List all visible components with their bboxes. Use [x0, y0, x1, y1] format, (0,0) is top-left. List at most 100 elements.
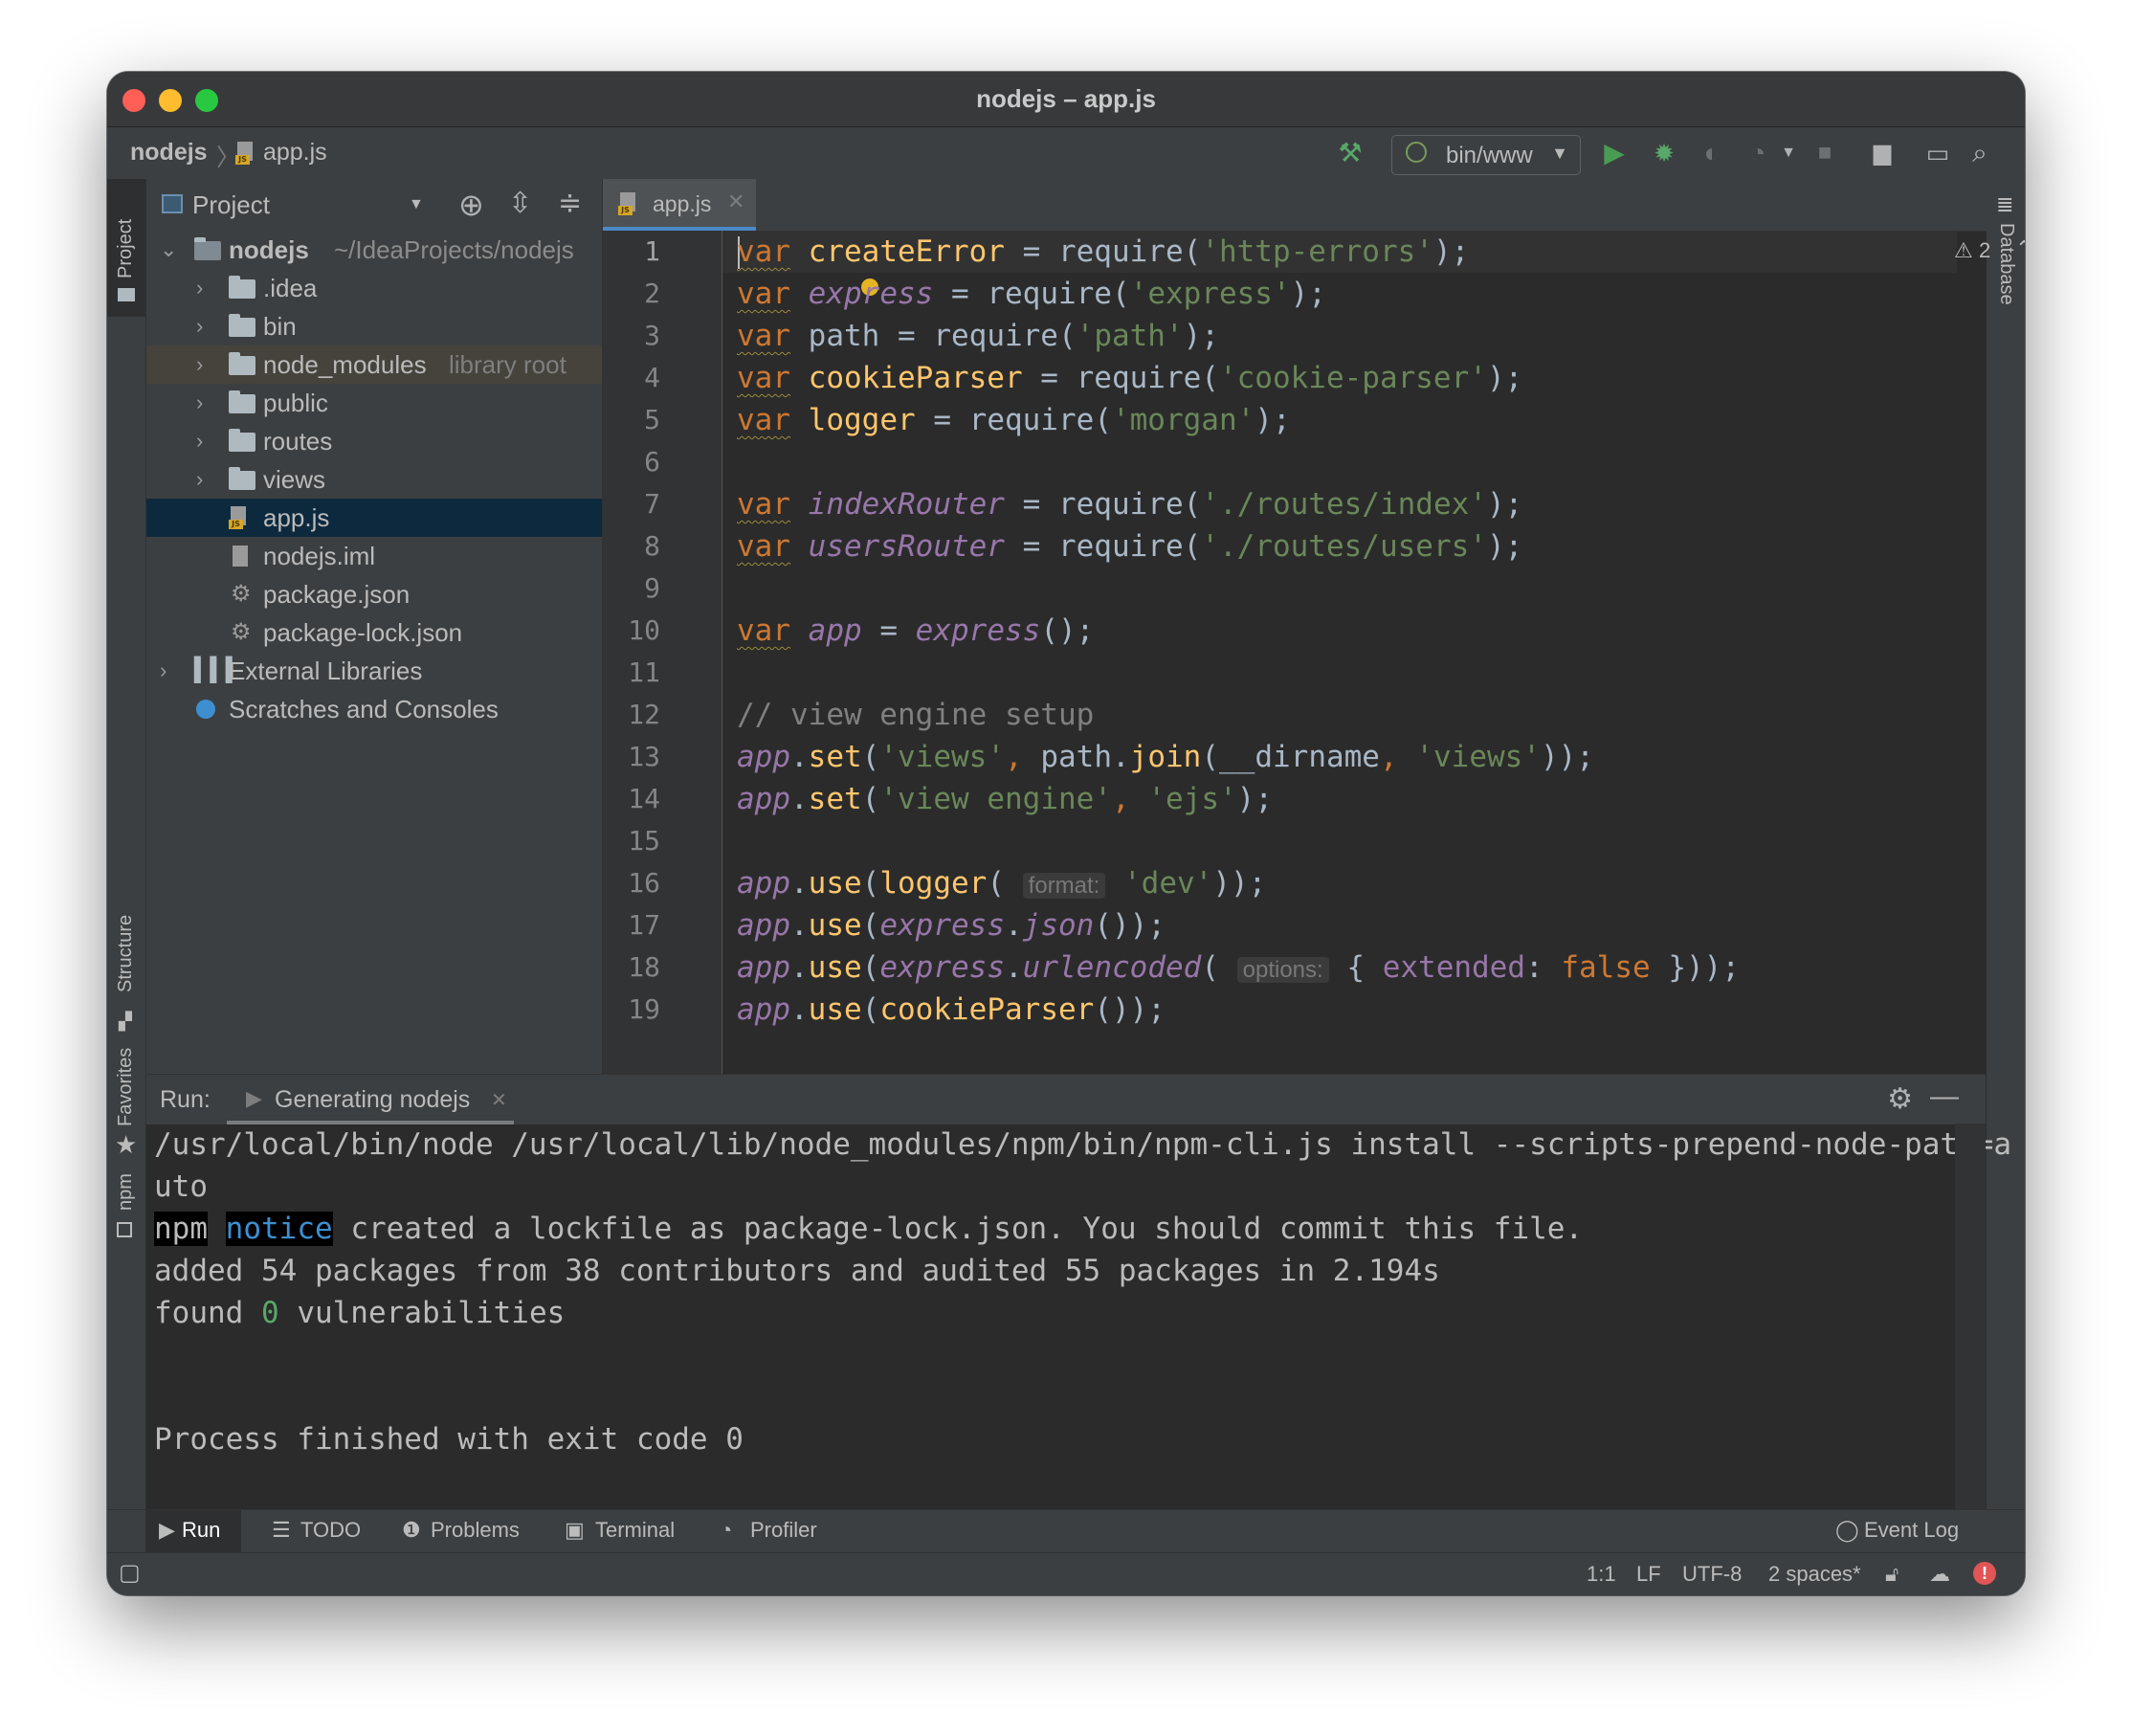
tool-window-bar: ▶ Run ☰ TODO ❶ Problems ▣ Terminal ◔ Pro…	[107, 1509, 2025, 1552]
close-tab-icon[interactable]: ✕	[491, 1088, 507, 1112]
code-line-5: var logger = require('morgan');	[737, 403, 1291, 437]
line-number: 1	[644, 235, 660, 267]
tree-item-app-js[interactable]: JS app.js	[146, 499, 602, 537]
profile-icon[interactable]: ◔	[1742, 137, 1774, 169]
tab-app-js[interactable]: JS app.js ✕	[603, 179, 756, 231]
folder-icon	[229, 352, 255, 375]
project-view-label[interactable]: Project	[192, 190, 270, 220]
search-icon[interactable]: ⌕	[1964, 137, 1996, 169]
status-bar: ▢ 1:1 LF UTF-8 2 spaces* 🔓︎ ☁ !	[107, 1552, 2025, 1595]
indent-setting[interactable]: 2 spaces*	[1768, 1562, 1861, 1587]
tree-root-path: ~/IdeaProjects/nodejs	[334, 235, 574, 264]
tree-item-external-libraries[interactable]: › ▍▍▍ External Libraries	[146, 652, 602, 690]
toggle-tool-windows-icon[interactable]: ▢	[119, 1559, 141, 1587]
library-root-note: library root	[449, 350, 566, 379]
console-scrollbar-track[interactable]	[1955, 1124, 1986, 1510]
run-header: Run: ▶ Generating nodejs ✕ ⚙ —	[146, 1074, 1986, 1124]
tree-item-scratches[interactable]: Scratches and Consoles	[146, 690, 602, 728]
tree-item-node-modules[interactable]: › node_modules library root	[146, 345, 602, 384]
chevron-right-icon: ›	[196, 276, 204, 300]
hide-run-panel-icon[interactable]: —	[1930, 1080, 1959, 1113]
favorites-tool-tab-label: Favorites	[115, 1047, 136, 1126]
tree-item-routes[interactable]: › routes	[146, 422, 602, 460]
module-folder-icon	[194, 237, 221, 260]
line-number: 7	[644, 488, 660, 520]
file-encoding[interactable]: UTF-8	[1682, 1562, 1742, 1587]
tree-item-label: package.json	[263, 580, 411, 609]
line-number: 3	[644, 320, 660, 351]
run-tool-button[interactable]: ▶ Run	[145, 1510, 241, 1552]
console-line: added 54 packages from 38 contributors a…	[154, 1254, 1440, 1288]
close-tab-icon[interactable]: ✕	[727, 189, 744, 214]
problems-tool-button[interactable]: ❶ Problems	[402, 1510, 526, 1552]
tree-item-package-lock-json[interactable]: ⚙ package-lock.json	[146, 613, 602, 652]
iml-file-icon	[233, 545, 248, 567]
previous-highlight-chevron-up-icon[interactable]: ⌃	[2015, 236, 2025, 261]
folder-icon	[229, 314, 255, 337]
tree-item-views[interactable]: › views	[146, 460, 602, 499]
npm-tool-tab-label: npm	[115, 1173, 136, 1211]
unlock-icon[interactable]: 🔓︎	[1885, 1562, 1899, 1587]
breadcrumb-file[interactable]: JS app.js	[235, 139, 327, 167]
code-line-4: var cookieParser = require('cookie-parse…	[737, 361, 1523, 395]
favorites-tool-tab[interactable]: Favorites ★	[107, 1031, 145, 1165]
line-number: 4	[644, 362, 660, 393]
stop-icon[interactable]: ■	[1809, 137, 1841, 169]
chevron-right-icon: ›	[196, 314, 204, 338]
ide-window: nodejs – app.js nodejs 〉 JS app.js ⚒ bin…	[107, 72, 2025, 1595]
profiler-tool-button[interactable]: ◔ Profiler	[720, 1510, 844, 1552]
console-line: /usr/local/bin/node /usr/local/lib/node_…	[154, 1127, 2012, 1162]
run-config-select[interactable]: bin/www ▼	[1391, 135, 1581, 175]
tree-item-label: app.js	[263, 503, 330, 532]
run-label: Run:	[160, 1086, 211, 1113]
tab-label: app.js	[653, 191, 712, 216]
event-log-tool-label: Event Log	[1864, 1518, 1960, 1542]
locate-file-icon[interactable]: ⊕	[458, 187, 484, 223]
line-number: 18	[628, 951, 660, 983]
line-number: 19	[628, 993, 660, 1025]
collapse-all-icon[interactable]: ≑	[558, 187, 582, 220]
navigation-bar: nodejs 〉 JS app.js ⚒ bin/www ▼ ▶ ✹ ◐ ◔ ▼…	[107, 127, 2025, 180]
chevron-down-icon: ▼	[1551, 144, 1568, 163]
tree-item-package-json[interactable]: ⚙ package.json	[146, 575, 602, 613]
more-run-options-chevron-icon[interactable]: ▼	[1772, 137, 1805, 169]
expand-all-icon[interactable]: ⇳	[508, 187, 532, 220]
run-icon[interactable]: ▶	[1598, 137, 1631, 169]
breadcrumb-project[interactable]: nodejs	[130, 139, 208, 167]
presentation-mode-icon[interactable]: ▭	[1921, 137, 1954, 169]
chevron-down-icon: ⌄	[160, 237, 178, 261]
code-line-7: var indexRouter = require('./routes/inde…	[737, 487, 1523, 522]
run-settings-gear-icon[interactable]: ⚙	[1887, 1082, 1913, 1116]
terminal-tool-button[interactable]: ▣ Terminal	[565, 1510, 689, 1552]
terminal-icon: ▣	[565, 1518, 585, 1542]
tree-item-nodejs-iml[interactable]: nodejs.iml	[146, 537, 602, 575]
inspection-widget[interactable]: ⚠ 2 ⌃ ⌄	[1954, 236, 2025, 267]
tree-item-bin[interactable]: › bin	[146, 307, 602, 345]
project-structure-icon[interactable]: ▆	[1866, 137, 1899, 169]
debug-bug-icon[interactable]: ✹	[1648, 137, 1680, 169]
code-line-12: // view engine setup	[737, 698, 1095, 732]
tree-item-idea[interactable]: › .idea	[146, 269, 602, 307]
run-tab-generating-nodejs[interactable]: ▶ Generating nodejs ✕	[227, 1075, 514, 1124]
code-line-2: var express = require('express');	[737, 277, 1326, 311]
tree-item-root[interactable]: ⌄ nodejs ~/IdeaProjects/nodejs	[146, 231, 602, 269]
js-file-icon: JS	[235, 142, 256, 166]
window-title: nodejs – app.js	[976, 84, 1156, 113]
event-log-tool-button[interactable]: ◯ Event Log	[1835, 1510, 1979, 1552]
caret-position[interactable]: 1:1	[1587, 1562, 1616, 1587]
left-tool-strip: Project Structure ▞ Favorites ★ npm	[107, 179, 146, 1589]
line-separator[interactable]: LF	[1636, 1562, 1661, 1587]
console-output[interactable]: /usr/local/bin/node /usr/local/lib/node_…	[146, 1124, 2011, 1506]
coverage-icon[interactable]: ◐	[1696, 137, 1728, 169]
inspection-profile-icon[interactable]: ☁	[1929, 1562, 1950, 1587]
npm-tool-tab[interactable]: npm	[107, 1155, 145, 1251]
tree-root-label: nodejs	[229, 235, 309, 264]
tree-item-public[interactable]: › public	[146, 384, 602, 422]
view-chevron-down-icon[interactable]: ▼	[409, 196, 424, 213]
tree-item-label: .idea	[263, 274, 318, 302]
structure-tool-tab[interactable]: Structure ▞	[107, 868, 145, 1040]
project-tool-tab[interactable]: Project	[107, 179, 145, 317]
error-indicator-icon[interactable]: !	[1973, 1562, 1996, 1585]
build-hammer-icon[interactable]: ⚒	[1334, 137, 1366, 169]
todo-tool-button[interactable]: ☰ TODO	[272, 1510, 367, 1552]
